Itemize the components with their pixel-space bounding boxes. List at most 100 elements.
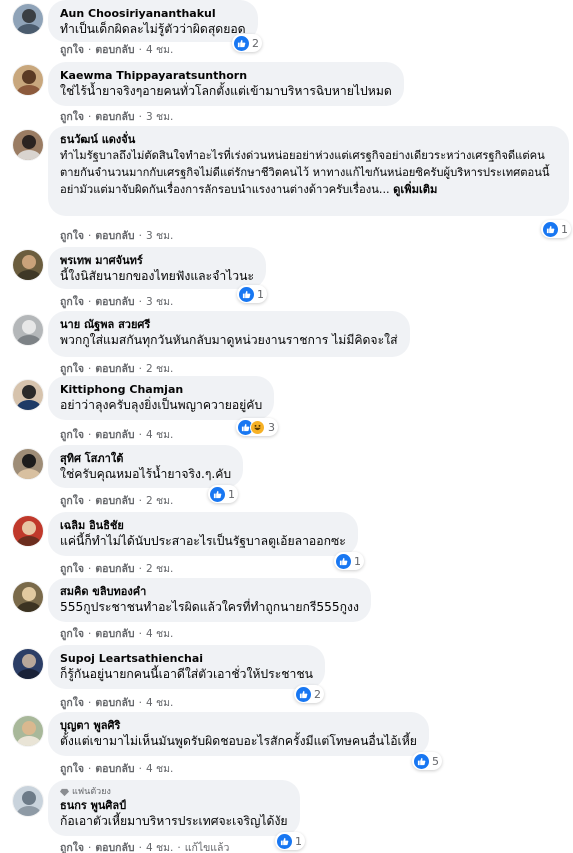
reply-action[interactable]: ตอบกลับ — [95, 696, 134, 710]
avatar[interactable] — [12, 249, 44, 281]
reply-action[interactable]: ตอบกลับ — [95, 428, 134, 442]
reaction-summary[interactable]: 1 — [334, 552, 364, 570]
comment-text: ทำไมรัฐบาลถึงไม่ตัดสินใจทำอะไรที่เร่งด่ว… — [60, 149, 550, 196]
like-action[interactable]: ถูกใจ — [60, 562, 84, 576]
comment-time[interactable]: 4 ชม. — [146, 841, 173, 853]
reaction-count: 5 — [432, 754, 439, 768]
comment-author[interactable]: Kaewma Thippayaratsunthorn — [60, 68, 392, 83]
comment-time[interactable]: 2 ชม. — [146, 494, 173, 508]
avatar[interactable] — [12, 379, 44, 411]
avatar[interactable] — [12, 648, 44, 680]
comment-time[interactable]: 3 ชม. — [146, 110, 173, 124]
comment-time[interactable]: 3 ชม. — [146, 295, 173, 309]
comment-author[interactable]: Kittiphong Chamjan — [60, 382, 262, 397]
like-action[interactable]: ถูกใจ — [60, 841, 84, 853]
like-icon — [277, 833, 292, 849]
comment-time[interactable]: 4 ชม. — [146, 762, 173, 776]
comment-time[interactable]: 4 ชม. — [146, 43, 173, 57]
badge-label: แฟนตัวยง — [72, 787, 111, 797]
comment-time[interactable]: 4 ชม. — [146, 696, 173, 710]
comment-author[interactable]: ธนวัฒน์ แดงจั่น — [60, 132, 557, 147]
reaction-count: 2 — [252, 36, 259, 50]
like-action[interactable]: ถูกใจ — [60, 494, 84, 508]
avatar[interactable] — [12, 64, 44, 96]
like-action[interactable]: ถูกใจ — [60, 428, 84, 442]
reply-action[interactable]: ตอบกลับ — [95, 762, 134, 776]
comment-meta: ถูกใจ · ตอบกลับ · 4 ชม. — [60, 696, 174, 710]
avatar[interactable] — [12, 715, 44, 747]
comment-bubble: แฟนตัวยง ธนกร พูนศิลป์ ก้อเอาตัวเหี้ยมาบ… — [48, 780, 300, 836]
reaction-summary[interactable]: 3 — [236, 418, 278, 436]
comment-author[interactable]: บุญตา พูลศิริ — [60, 718, 417, 733]
avatar[interactable] — [12, 515, 44, 547]
comment-meta: ถูกใจ · ตอบกลับ · 2 ชม. — [60, 362, 174, 376]
edited-label[interactable]: แก้ไขแล้ว — [185, 841, 230, 853]
reaction-count: 1 — [295, 834, 302, 848]
reaction-summary[interactable]: 1 — [237, 285, 267, 303]
comment-text: พวกกูใส่แมสกันทุกวันหันกลับมาดูหน่วยงานร… — [60, 333, 398, 347]
reaction-summary[interactable]: 1 — [541, 220, 571, 238]
comment-bubble: Supoj Leartsathienchai ก็รู้กันอยู่นายกค… — [48, 645, 325, 689]
like-icon — [414, 753, 429, 769]
like-action[interactable]: ถูกใจ — [60, 362, 84, 376]
comment-time[interactable]: 2 ชม. — [146, 562, 173, 576]
comment-time[interactable]: 2 ชม. — [146, 362, 173, 376]
avatar[interactable] — [12, 785, 44, 817]
comment-text: นี้ใงนิสัยนายกของไทยฟังและจำไวนะ — [60, 269, 255, 283]
comment-time[interactable]: 4 ชม. — [146, 627, 173, 641]
reply-action[interactable]: ตอบกลับ — [95, 627, 134, 641]
avatar[interactable] — [12, 581, 44, 613]
comment-author[interactable]: สมคิด ขลิบทองคำ — [60, 584, 359, 599]
reaction-count: 1 — [228, 487, 235, 501]
comment-author[interactable]: Aun Choosiriyananthakul — [60, 6, 246, 21]
like-icon — [210, 486, 225, 502]
like-action[interactable]: ถูกใจ — [60, 43, 84, 57]
comment-text: ใช่ครับคุณหมอไร้น้ำยาจริง.ๆ.คับ — [60, 467, 232, 481]
avatar[interactable] — [12, 448, 44, 480]
comment-author[interactable]: ธนกร พูนศิลป์ — [60, 798, 288, 813]
like-action[interactable]: ถูกใจ — [60, 627, 84, 641]
like-action[interactable]: ถูกใจ — [60, 229, 84, 243]
comment-meta: ถูกใจ · ตอบกลับ · 4 ชม. — [60, 43, 174, 57]
reaction-summary[interactable]: 2 — [294, 685, 324, 703]
avatar[interactable] — [12, 314, 44, 346]
comment-time[interactable]: 4 ชม. — [146, 428, 173, 442]
comment-bubble: เฉลิม อินธิชัย แค่นี้ก็ทำไม่ได้นับประสาอ… — [48, 512, 358, 556]
comment-time[interactable]: 3 ชม. — [146, 229, 173, 243]
comment-text: ตั้งแต่เขามาไม่เห็นมันพูดรับผิดชอบอะไรสั… — [60, 734, 417, 748]
reply-action[interactable]: ตอบกลับ — [95, 229, 134, 243]
reaction-count: 1 — [257, 287, 264, 301]
reply-action[interactable]: ตอบกลับ — [95, 562, 134, 576]
reaction-summary[interactable]: 1 — [208, 485, 238, 503]
reaction-summary[interactable]: 2 — [232, 34, 262, 52]
comment-meta: ถูกใจ · ตอบกลับ · 2 ชม. — [60, 494, 174, 508]
comment-bubble: Aun Choosiriyananthakul ทำเป็นเด็กผิดละไ… — [48, 0, 258, 42]
reply-action[interactable]: ตอบกลับ — [95, 362, 134, 376]
avatar[interactable] — [12, 3, 44, 35]
like-action[interactable]: ถูกใจ — [60, 762, 84, 776]
like-action[interactable]: ถูกใจ — [60, 110, 84, 124]
top-fan-badge[interactable]: แฟนตัวยง — [60, 786, 288, 798]
comment-meta: ถูกใจ · ตอบกลับ · 3 ชม. — [60, 295, 174, 309]
comment-author[interactable]: นาย ณัฐพล สวยศรี — [60, 317, 398, 332]
reply-action[interactable]: ตอบกลับ — [95, 295, 134, 309]
comment-text: ใช่ไร้น้ำยาจริงๆอายคนทั่วโลกตั้งแต่เข้าม… — [60, 84, 392, 98]
reply-action[interactable]: ตอบกลับ — [95, 43, 134, 57]
comment-meta: ถูกใจ · ตอบกลับ · 4 ชม. — [60, 762, 174, 776]
like-action[interactable]: ถูกใจ — [60, 295, 84, 309]
comment-meta: ถูกใจ · ตอบกลับ · 3 ชม. — [60, 110, 174, 124]
comment-author[interactable]: Supoj Leartsathienchai — [60, 651, 313, 666]
reaction-count: 1 — [354, 554, 361, 568]
see-more-link[interactable]: ดูเพิ่มเติม — [393, 183, 437, 196]
reaction-summary[interactable]: 5 — [412, 752, 442, 770]
comment-author[interactable]: พรเทพ มาศจันทร์ — [60, 253, 254, 268]
like-action[interactable]: ถูกใจ — [60, 696, 84, 710]
avatar[interactable] — [12, 129, 44, 161]
reply-action[interactable]: ตอบกลับ — [95, 110, 134, 124]
reaction-summary[interactable]: 1 — [275, 832, 305, 850]
comment-author[interactable]: สุทิศ โสภาใต้ — [60, 451, 231, 466]
reply-action[interactable]: ตอบกลับ — [95, 841, 134, 853]
reply-action[interactable]: ตอบกลับ — [95, 494, 134, 508]
like-icon — [543, 221, 558, 237]
comment-author[interactable]: เฉลิม อินธิชัย — [60, 518, 346, 533]
